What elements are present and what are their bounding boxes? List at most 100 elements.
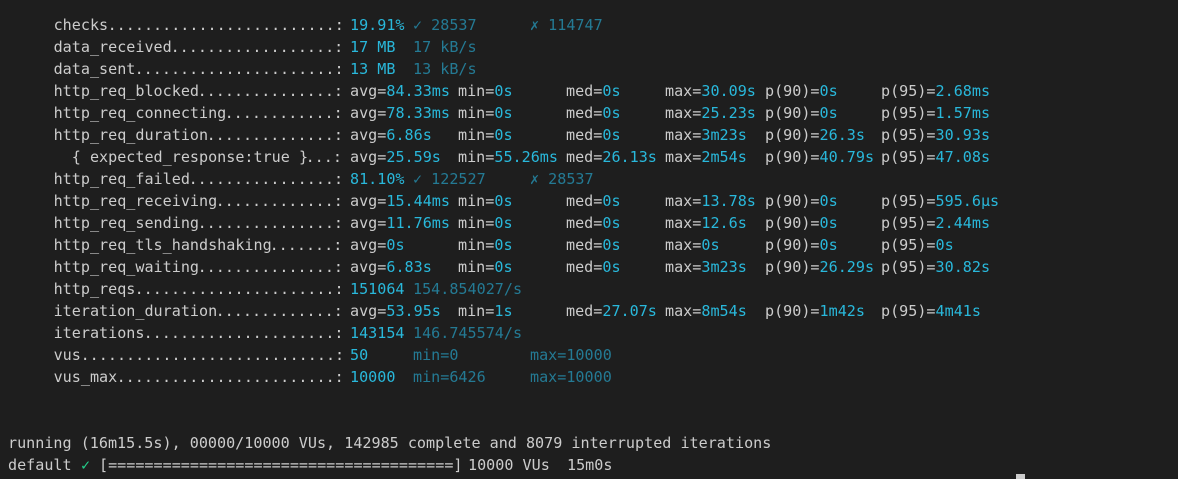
stat-value: 0s bbox=[819, 104, 838, 122]
metric-name: http_req_receiving bbox=[53, 192, 218, 210]
stat-value: 0s bbox=[819, 236, 838, 254]
stat-label: max= bbox=[665, 192, 702, 210]
stat-label: med= bbox=[566, 236, 603, 254]
metric-dots: ...: bbox=[305, 148, 342, 166]
stat-label: p(90)= bbox=[765, 126, 820, 144]
stat-value: 84.33ms bbox=[386, 82, 450, 100]
metric-dots: ................: bbox=[188, 170, 344, 188]
metric-row: vus............................: 50 min=0 m… bbox=[0, 344, 1178, 366]
stat-label: max= bbox=[665, 148, 702, 166]
stat-label: med= bbox=[566, 126, 603, 144]
metric-row: http_req_waiting...............: avg=6.83… bbox=[0, 256, 1178, 278]
metric-stat-p95: p(95)=47.08s bbox=[881, 146, 990, 168]
metric-value: 17 MB bbox=[350, 38, 396, 56]
check-icon: ✓ bbox=[81, 456, 91, 474]
metric-row: http_reqs......................: 151064 15… bbox=[0, 278, 1178, 300]
metric-stat-med: med=0s bbox=[566, 190, 621, 212]
stat-label: min= bbox=[458, 214, 495, 232]
stat-label: p(95)= bbox=[881, 148, 936, 166]
metric-dots: .........................: bbox=[107, 16, 344, 34]
stat-label: p(95)= bbox=[881, 126, 936, 144]
metric-row: http_req_receiving.............: avg=15.4… bbox=[0, 190, 1178, 212]
metric-stat-max: max=2m54s bbox=[665, 146, 747, 168]
stat-value: 0s bbox=[494, 258, 513, 276]
metric-name: http_req_failed bbox=[53, 170, 190, 188]
stat-label: min= bbox=[458, 258, 495, 276]
stat-label: max= bbox=[665, 126, 702, 144]
stat-value: 0s bbox=[602, 258, 621, 276]
stat-value: 2.68ms bbox=[935, 82, 991, 100]
metric-value: max=10000 bbox=[530, 346, 612, 364]
metric-name: iteration_duration bbox=[53, 302, 218, 320]
terminal-output: checks.........................: 19.91% ✓ … bbox=[0, 0, 1178, 479]
stat-value: 1.57ms bbox=[935, 104, 991, 122]
stat-label: med= bbox=[566, 214, 603, 232]
stat-label: med= bbox=[566, 82, 603, 100]
metric-stat-max: max=0s bbox=[665, 234, 720, 256]
metric-stat-p95: p(95)=2.44ms bbox=[881, 212, 990, 234]
stat-label: min= bbox=[458, 302, 495, 320]
stat-label: p(90)= bbox=[765, 258, 820, 276]
stat-value: 0s bbox=[602, 126, 621, 144]
metric-stat-med: med=0s bbox=[566, 102, 621, 124]
metric-stat-max: max=12.6s bbox=[665, 212, 747, 234]
metric-stat-med: med=26.13s bbox=[566, 146, 657, 168]
stat-label: p(90)= bbox=[765, 82, 820, 100]
metric-stat-p95: p(95)=595.6µs bbox=[881, 190, 999, 212]
stat-value: 0s bbox=[602, 236, 621, 254]
metric-stat-min: min=0s bbox=[458, 212, 513, 234]
stat-label: p(90)= bbox=[765, 148, 820, 166]
metric-stat-avg: avg=25.59s bbox=[350, 146, 441, 168]
metric-row: http_req_failed................: 81.10% ✓ … bbox=[0, 168, 1178, 190]
metric-name: vus bbox=[53, 346, 81, 364]
metric-stat-med: med=0s bbox=[566, 124, 621, 146]
metric-stat-max: max=25.23s bbox=[665, 102, 756, 124]
stat-label: max= bbox=[665, 82, 702, 100]
stat-label: avg= bbox=[350, 126, 387, 144]
stat-value: 2.44ms bbox=[935, 214, 991, 232]
stat-value: 1m42s bbox=[819, 302, 865, 320]
progress-vus: 10000 VUs bbox=[468, 456, 550, 474]
stat-label: med= bbox=[566, 192, 603, 210]
stat-value: 3m23s bbox=[701, 258, 747, 276]
metric-row: iteration_duration.............: avg=53.9… bbox=[0, 300, 1178, 322]
stat-label: avg= bbox=[350, 214, 387, 232]
metric-stat-max: max=3m23s bbox=[665, 256, 747, 278]
stat-label: med= bbox=[566, 258, 603, 276]
metric-dots: ......................: bbox=[134, 60, 344, 78]
stat-value: 0s bbox=[494, 126, 513, 144]
metric-value: 19.91% bbox=[350, 16, 405, 34]
stat-value: 3m23s bbox=[701, 126, 747, 144]
metric-row: http_req_blocked...............: avg=84.3… bbox=[0, 80, 1178, 102]
stat-value: 2m54s bbox=[701, 148, 747, 166]
stat-label: min= bbox=[458, 104, 495, 122]
stat-label: min= bbox=[458, 126, 495, 144]
metric-value: ✗ 114747 bbox=[530, 16, 603, 34]
stat-value: 4m41s bbox=[935, 302, 981, 320]
stat-label: min= bbox=[458, 236, 495, 254]
metric-value: 17 kB/s bbox=[413, 38, 477, 56]
metric-row: http_req_tls_handshaking.......: avg=0s mi… bbox=[0, 234, 1178, 256]
metric-name: http_req_blocked bbox=[53, 82, 199, 100]
metric-value: 10000 bbox=[350, 368, 396, 386]
metric-dots: ........................: bbox=[116, 368, 344, 386]
stat-value: 0s bbox=[494, 104, 513, 122]
stat-value: 0s bbox=[819, 192, 838, 210]
stat-label: min= bbox=[458, 148, 495, 166]
metric-stat-p95: p(95)=30.93s bbox=[881, 124, 990, 146]
metric-stat-p90: p(90)=0s bbox=[765, 234, 838, 256]
metric-stat-avg: avg=53.95s bbox=[350, 300, 441, 322]
stat-label: max= bbox=[665, 236, 702, 254]
metric-dots: ..................: bbox=[170, 38, 344, 56]
stat-value: 15.44ms bbox=[386, 192, 450, 210]
metric-value: 13 kB/s bbox=[413, 60, 477, 78]
stat-value: 0s bbox=[494, 82, 513, 100]
stat-value: 1s bbox=[494, 302, 513, 320]
metric-value: ✗ 28537 bbox=[530, 170, 594, 188]
stat-label: p(95)= bbox=[881, 236, 936, 254]
metric-value: 13 MB bbox=[350, 60, 396, 78]
metric-stat-avg: avg=6.86s bbox=[350, 124, 432, 146]
metric-name: vus_max bbox=[53, 368, 118, 386]
metric-stat-min: min=0s bbox=[458, 124, 513, 146]
stat-value: 0s bbox=[602, 104, 621, 122]
